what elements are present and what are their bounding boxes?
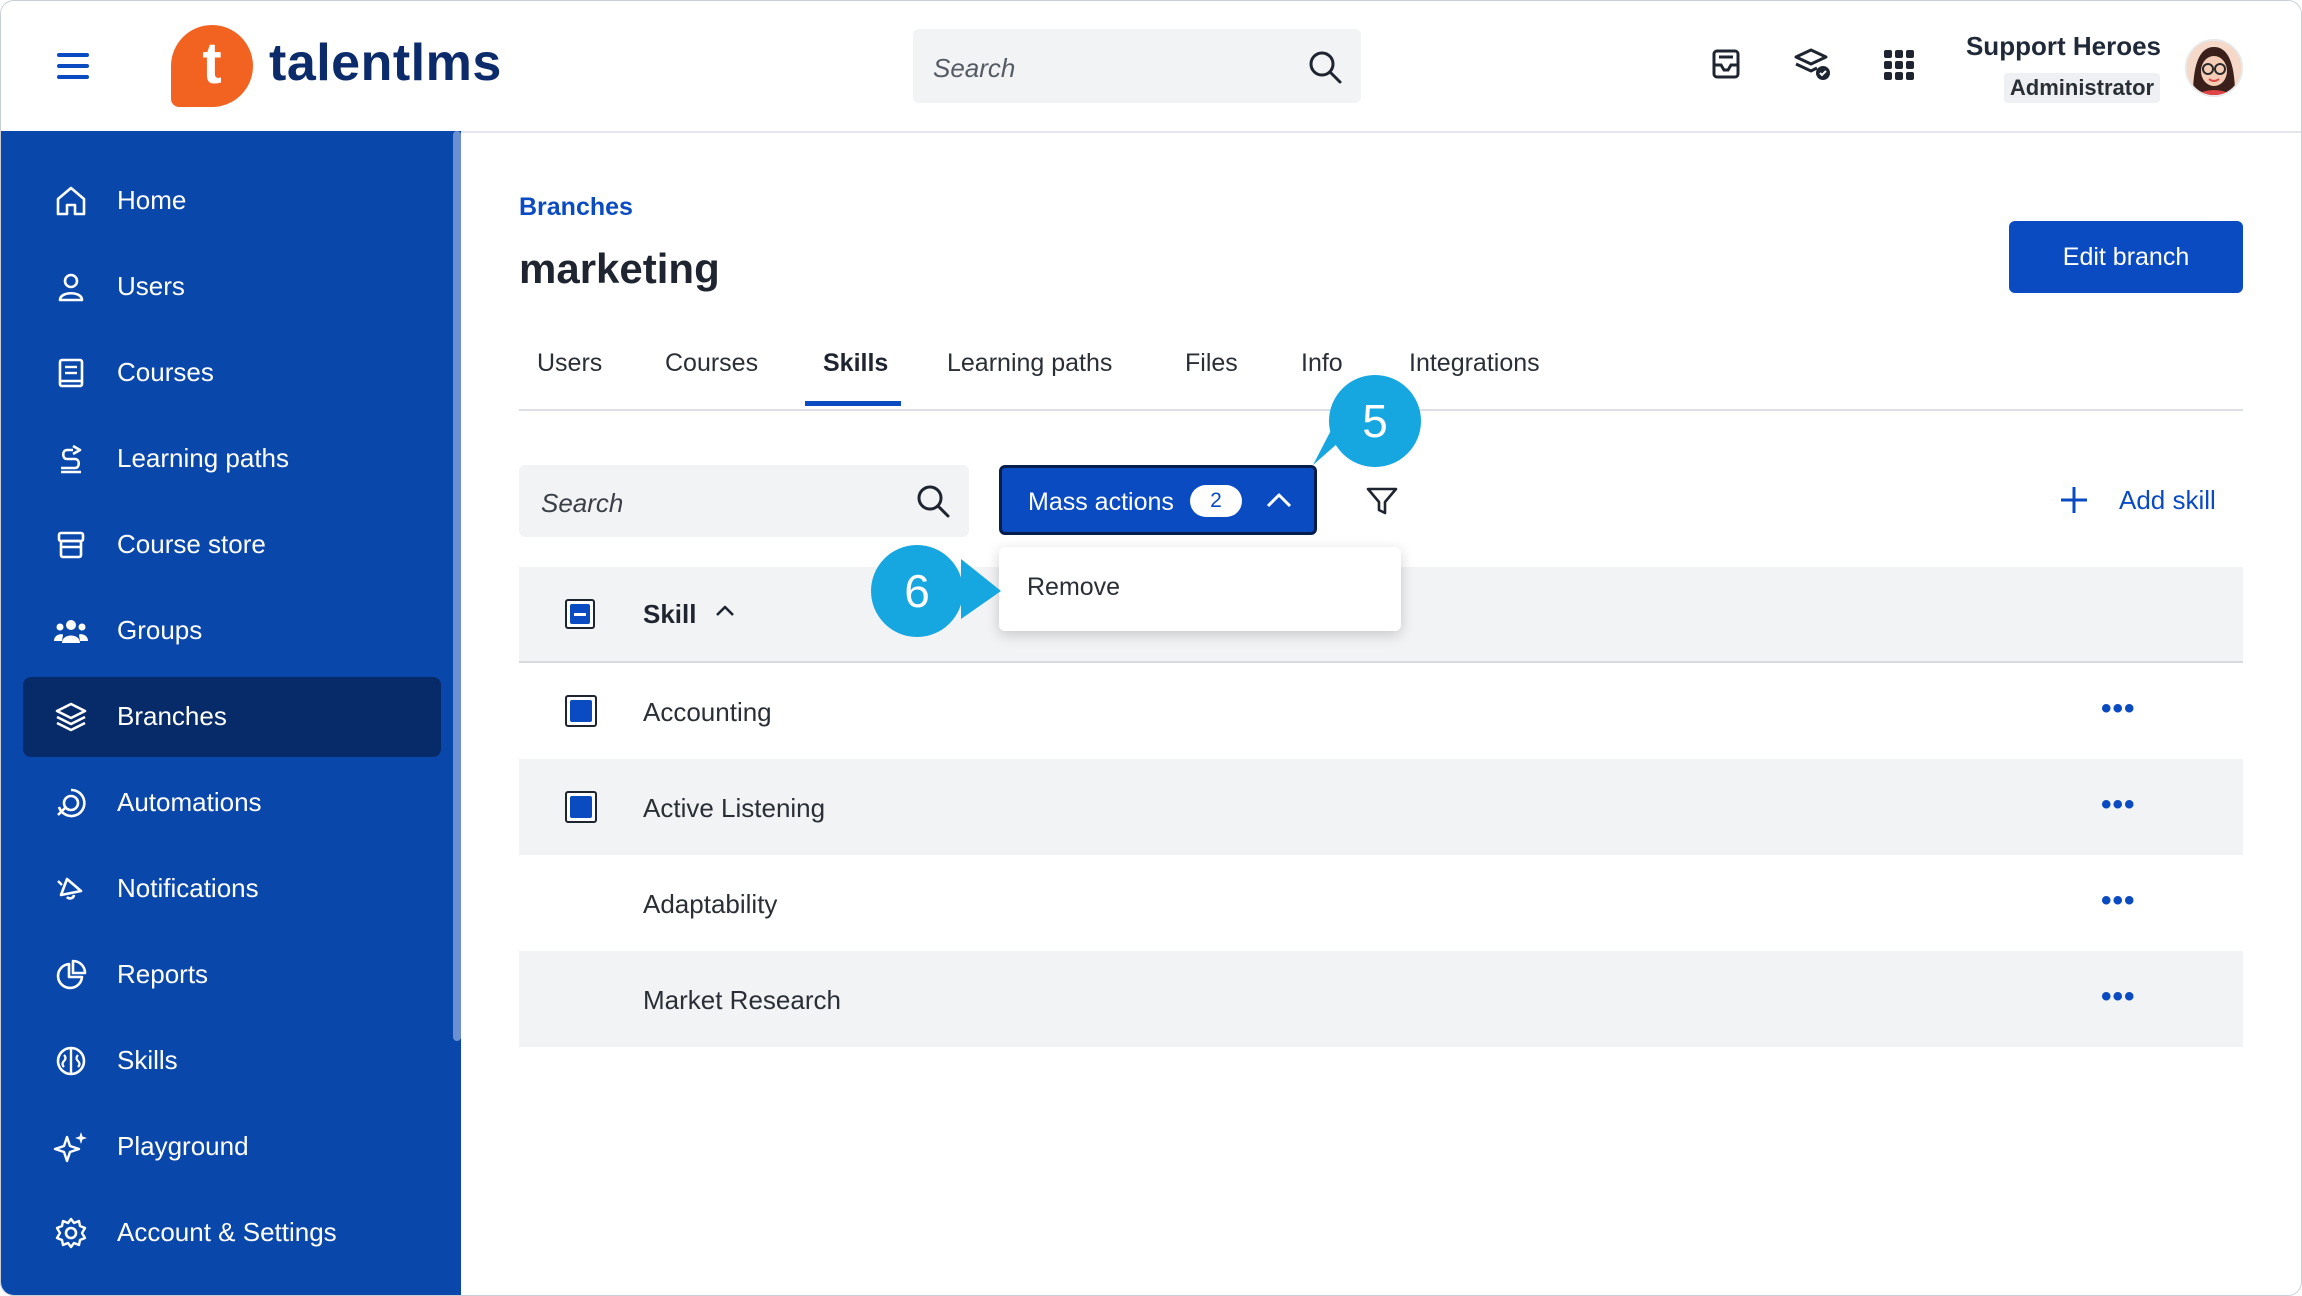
tab-courses[interactable]: Courses: [665, 349, 758, 378]
stack-icon[interactable]: [1793, 45, 1833, 85]
logo-mark[interactable]: t: [171, 25, 253, 107]
layers-icon: [55, 702, 87, 732]
user-icon: [58, 273, 84, 302]
sidebar-item-notifications[interactable]: Notifications: [23, 849, 441, 929]
store-icon: [57, 531, 85, 559]
sidebar-item-label: Playground: [117, 1131, 249, 1161]
avatar-icon: [2187, 41, 2241, 95]
filter-icon[interactable]: [1365, 485, 1399, 517]
table-row[interactable]: Market Research •••: [519, 951, 2243, 1047]
global-search-placeholder: Search: [933, 53, 1016, 83]
sidebar-item-label: Courses: [117, 357, 214, 387]
step-callout-5: 5: [1329, 375, 1421, 467]
select-all-checkbox[interactable]: [565, 599, 595, 629]
sidebar-item-courses[interactable]: Courses: [23, 333, 441, 413]
table-row[interactable]: Accounting •••: [519, 663, 2243, 759]
edit-branch-button[interactable]: Edit branch: [2009, 221, 2243, 293]
selected-count-badge: 2: [1190, 485, 1242, 517]
sidebar-item-label: Reports: [117, 959, 209, 989]
logo-mark-letter: t: [202, 31, 222, 96]
sidebar-item-label: Account & Settings: [117, 1217, 337, 1247]
skill-name: Accounting: [643, 697, 772, 727]
avatar[interactable]: [2185, 39, 2243, 97]
tab-users[interactable]: Users: [537, 349, 602, 378]
chevron-up-icon: [1266, 493, 1292, 508]
sidebar-item-label: Users: [117, 271, 185, 301]
breadcrumb[interactable]: Branches: [519, 193, 633, 222]
app-window: t talentlms Search Support Heroes Admini…: [0, 0, 2302, 1296]
mass-actions-menu: Remove: [999, 547, 1401, 631]
sidebar-item-groups[interactable]: Groups: [23, 591, 441, 671]
user-name[interactable]: Support Heroes: [1951, 31, 2161, 62]
step-callout-6: 6: [871, 545, 963, 637]
more-options-icon[interactable]: •••: [2101, 982, 2136, 1012]
sidebar-item-skills[interactable]: Skills: [23, 1021, 441, 1101]
user-role-badge[interactable]: Administrator: [2004, 73, 2160, 103]
more-options-icon[interactable]: •••: [2101, 886, 2136, 916]
sidebar-item-users[interactable]: Users: [23, 247, 441, 327]
row-checkbox[interactable]: [565, 791, 597, 823]
menu-item-remove[interactable]: Remove: [1027, 573, 1120, 602]
mass-actions-button[interactable]: Mass actions 2: [999, 465, 1317, 535]
plus-icon: [2061, 487, 2087, 513]
tab-files[interactable]: Files: [1185, 349, 1238, 378]
sidebar-scrollbar[interactable]: [453, 131, 461, 1041]
global-search-input[interactable]: Search: [913, 29, 1361, 103]
skill-name: Active Listening: [643, 793, 826, 823]
sidebar-item-learning-paths[interactable]: Learning paths: [23, 419, 441, 499]
sidebar-item-label: Home: [117, 185, 187, 215]
row-checkbox[interactable]: [565, 695, 597, 727]
search-icon[interactable]: [915, 483, 951, 519]
skills-search-placeholder: Search: [541, 488, 624, 518]
logo-text[interactable]: talentlms: [269, 33, 502, 93]
bell-icon: [57, 877, 83, 900]
sidebar-item-label: Groups: [117, 615, 203, 645]
apps-grid-icon[interactable]: [1879, 45, 1919, 85]
sidebar-item-reports[interactable]: Reports: [23, 935, 441, 1015]
hamburger-icon[interactable]: [57, 53, 89, 79]
skill-name: Market Research: [643, 985, 841, 1015]
top-header: t talentlms Search Support Heroes Admini…: [1, 1, 2301, 133]
book-icon: [58, 358, 84, 388]
more-options-icon[interactable]: •••: [2101, 790, 2136, 820]
brain-icon: [56, 1046, 86, 1076]
sidebar-item-account-settings[interactable]: Account & Settings: [23, 1193, 441, 1273]
sidebar-item-home[interactable]: Home: [23, 161, 441, 241]
skill-name: Adaptability: [643, 889, 778, 919]
sidebar-item-label: Learning paths: [117, 443, 290, 473]
search-icon[interactable]: [1307, 49, 1343, 85]
sidebar-item-label: Course store: [117, 529, 266, 559]
sidebar-item-label: Branches: [117, 701, 227, 731]
table-row[interactable]: Adaptability •••: [519, 855, 2243, 951]
pie-icon: [56, 959, 87, 990]
sidebar-item-automations[interactable]: Automations: [23, 763, 441, 843]
skills-search-input[interactable]: Search: [519, 465, 969, 537]
gear-icon: [55, 1217, 87, 1249]
active-tab-indicator: [805, 401, 901, 406]
mail-icon[interactable]: [1707, 45, 1747, 85]
sidebar-item-label: Skills: [117, 1045, 178, 1075]
tab-learning-paths[interactable]: Learning paths: [947, 349, 1112, 378]
tab-skills[interactable]: Skills: [823, 349, 888, 378]
more-options-icon[interactable]: •••: [2101, 694, 2136, 724]
sidebar-item-course-store[interactable]: Course store: [23, 505, 441, 585]
sidebar-item-branches[interactable]: Branches: [23, 677, 441, 757]
automation-icon: [57, 788, 86, 818]
sort-ascending-icon[interactable]: [715, 603, 735, 619]
groups-icon: [54, 620, 88, 643]
sidebar-item-label: Notifications: [117, 873, 259, 903]
table-row[interactable]: Active Listening •••: [519, 759, 2243, 855]
sidebar-item-label: Automations: [117, 787, 262, 817]
column-header-skill[interactable]: Skill: [643, 599, 696, 630]
page-title: marketing: [519, 245, 720, 292]
sidebar: Home Users Courses Learning paths Course…: [1, 131, 461, 1295]
mass-actions-label: Mass actions: [1028, 488, 1174, 516]
home-icon: [56, 186, 86, 216]
path-icon: [61, 444, 82, 474]
sidebar-item-playground[interactable]: Playground: [23, 1107, 441, 1187]
tab-integrations[interactable]: Integrations: [1409, 349, 1540, 378]
add-skill-label: Add skill: [2119, 485, 2216, 515]
sparkle-icon: [53, 1132, 87, 1163]
